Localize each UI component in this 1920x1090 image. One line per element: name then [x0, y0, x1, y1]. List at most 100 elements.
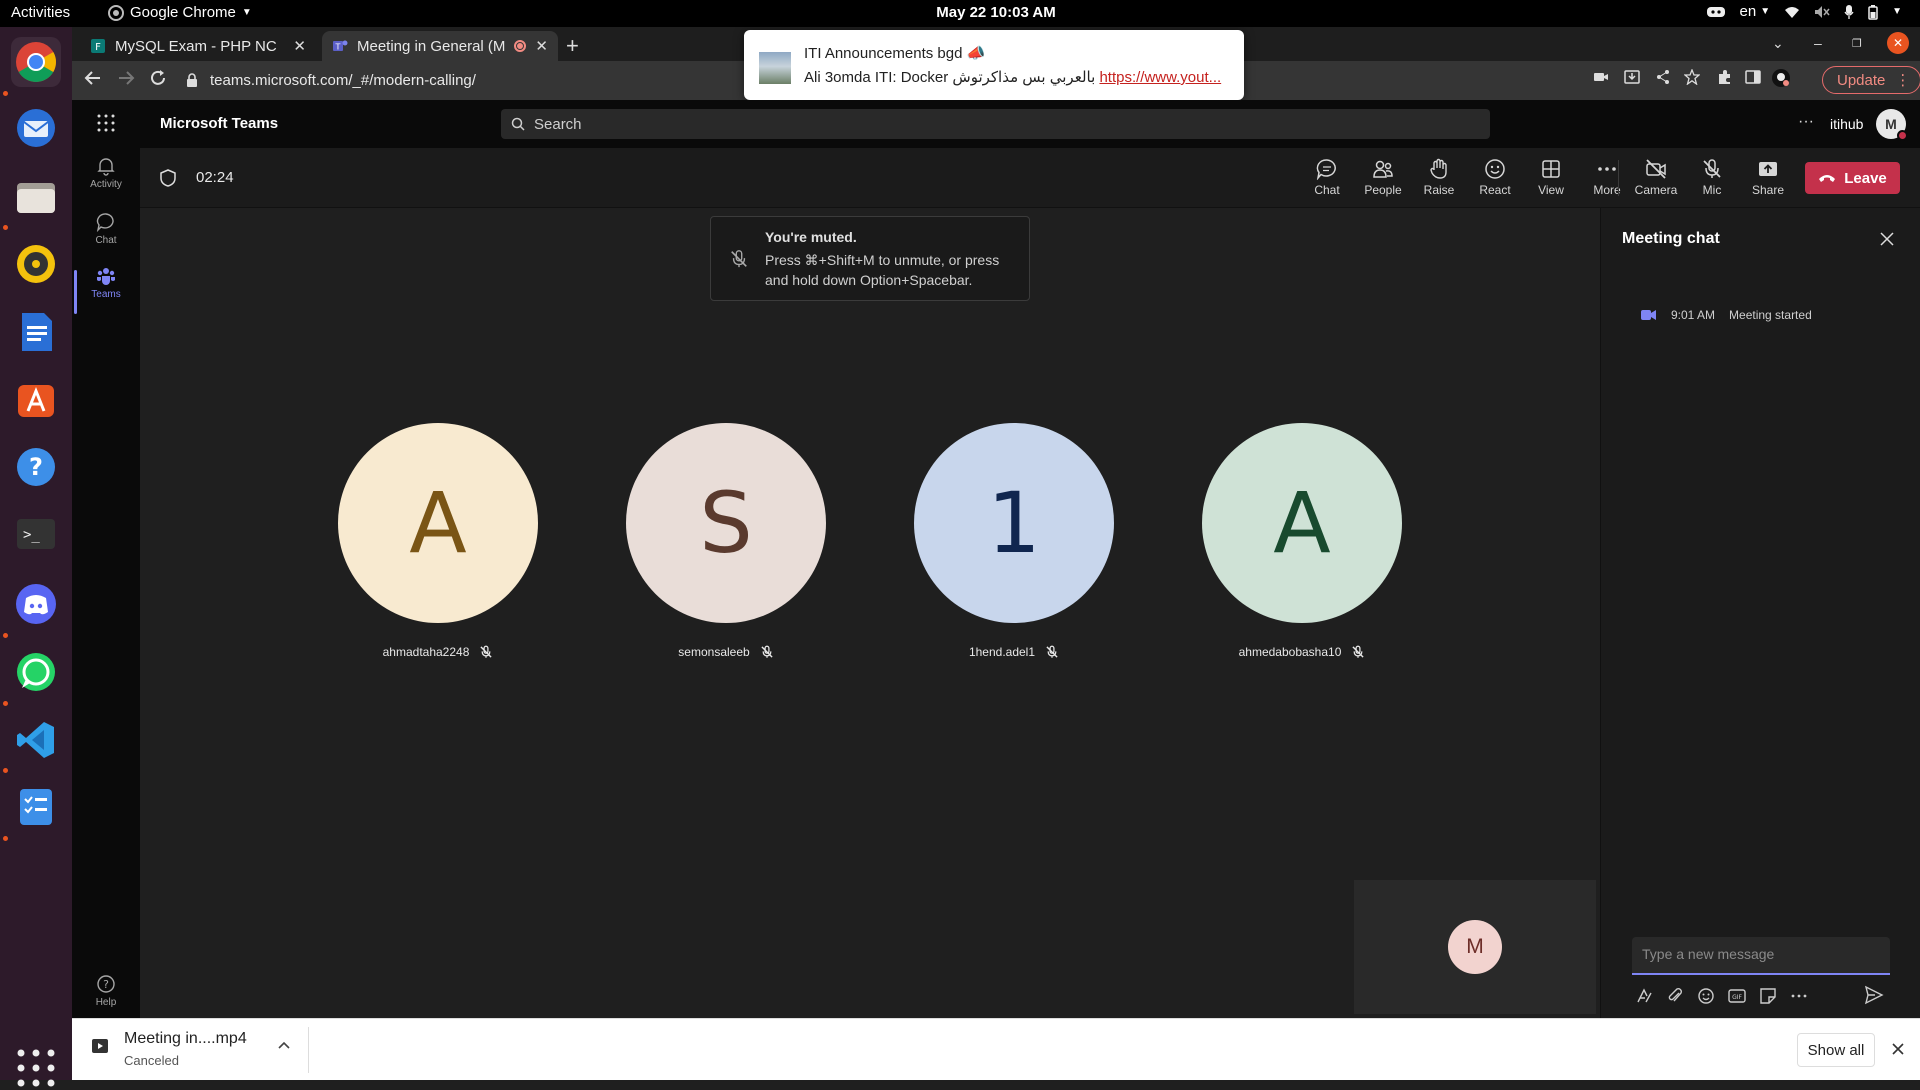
notification-popup[interactable]: ITI Announcements bgd 📣 Ali 3omda ITI: D…	[744, 30, 1244, 100]
show-all-button[interactable]: Show all	[1797, 1033, 1875, 1067]
view-label: View	[1538, 183, 1564, 197]
org-name[interactable]: itihub	[1830, 116, 1863, 132]
svg-text:F: F	[95, 42, 101, 53]
camera-button[interactable]: Camera	[1630, 158, 1682, 202]
install-app-icon[interactable]	[1624, 69, 1640, 85]
dock-todo[interactable]	[11, 782, 61, 832]
svg-text:T: T	[335, 43, 341, 52]
dock-vscode[interactable]	[11, 715, 61, 765]
reload-icon	[151, 70, 165, 85]
chat-event: 9:01 AM Meeting started	[1641, 308, 1812, 322]
share-icon[interactable]	[1655, 69, 1671, 85]
bookmark-star-icon[interactable]	[1684, 69, 1700, 85]
people-button[interactable]: People	[1357, 158, 1409, 202]
discord-icon	[16, 584, 56, 624]
close-download-bar-button[interactable]	[1892, 1043, 1904, 1055]
extensions-icon[interactable]	[1717, 69, 1733, 85]
rail-item-chat[interactable]: Chat	[72, 212, 140, 264]
emoji-icon[interactable]	[1697, 987, 1715, 1005]
update-label: Update	[1837, 71, 1886, 89]
dock-discord[interactable]	[11, 579, 61, 629]
shield-icon[interactable]	[160, 169, 176, 187]
clock[interactable]: May 22 10:03 AM	[0, 4, 1920, 21]
search-input[interactable]: Search	[501, 109, 1490, 139]
attach-icon[interactable]	[1666, 987, 1684, 1005]
tab-search-chevron-icon[interactable]: ⌄	[1772, 35, 1784, 52]
side-panel-icon[interactable]	[1745, 69, 1761, 85]
self-video-tile[interactable]: M	[1354, 880, 1596, 1014]
rail-item-teams[interactable]: Teams	[72, 266, 140, 318]
more-label: More	[1593, 183, 1621, 197]
camera-off-icon	[1646, 159, 1666, 179]
rail-label: Activity	[90, 179, 122, 190]
participant-tile[interactable]: Aahmadtaha2248	[338, 423, 538, 659]
sticker-icon[interactable]	[1759, 987, 1777, 1005]
participant-avatar: A	[338, 423, 538, 623]
profile-avatar-icon[interactable]	[1771, 68, 1791, 88]
rhythmbox-icon	[17, 245, 55, 283]
back-button[interactable]	[84, 69, 102, 87]
close-icon[interactable]: ✕	[535, 37, 548, 55]
tab-meeting-in-general[interactable]: T Meeting in General (M ✕	[322, 31, 558, 61]
view-button[interactable]: View	[1525, 158, 1577, 202]
notification-link[interactable]: https://www.yout...	[1099, 69, 1221, 86]
forward-button[interactable]	[117, 69, 135, 87]
participant-tile[interactable]: Aahmedabobasha10	[1202, 423, 1402, 659]
mic-off-icon	[1352, 645, 1364, 658]
system-tray[interactable]: en ▼ ▼	[1706, 3, 1902, 20]
dock-terminal[interactable]: >_	[11, 509, 61, 559]
dock-thunderbird[interactable]	[11, 103, 61, 153]
mic-button[interactable]: Mic	[1686, 158, 1738, 202]
participant-tile[interactable]: Ssemonsaleeb	[626, 423, 826, 659]
react-button[interactable]: React	[1469, 158, 1521, 202]
participant-name: 1hend.adel1	[968, 645, 1036, 659]
new-tab-button[interactable]: +	[566, 33, 579, 59]
show-applications-button[interactable]	[14, 1046, 58, 1090]
rail-item-activity[interactable]: Activity	[72, 156, 140, 208]
raise-hand-button[interactable]: Raise	[1413, 158, 1465, 202]
leave-button[interactable]: Leave	[1805, 162, 1900, 194]
settings-more-button[interactable]: ···	[1798, 113, 1814, 131]
close-chat-button[interactable]	[1880, 232, 1894, 246]
format-icon[interactable]	[1635, 987, 1653, 1005]
minimize-button[interactable]: –	[1814, 35, 1822, 51]
running-indicator	[3, 836, 8, 841]
message-input[interactable]	[1642, 946, 1880, 962]
participant-tile[interactable]: 1 1hend.adel1	[914, 423, 1114, 659]
send-button[interactable]	[1864, 985, 1884, 1005]
chat-button[interactable]: Chat	[1301, 158, 1353, 202]
dock-software-center[interactable]	[11, 374, 61, 424]
dock-rhythmbox[interactable]	[11, 239, 61, 289]
dock-whatsapp[interactable]	[11, 647, 61, 697]
message-compose-box[interactable]	[1632, 937, 1890, 975]
maximize-button[interactable]: ❐	[1852, 37, 1862, 50]
download-options-button[interactable]	[278, 1041, 290, 1049]
app-grid-icon	[17, 1049, 55, 1087]
tab-mysql-exam[interactable]: F MySQL Exam - PHP NC ✕	[80, 31, 316, 61]
gif-icon[interactable]: GIF	[1728, 987, 1746, 1005]
chat-panel-title: Meeting chat	[1622, 230, 1720, 247]
forms-icon: F	[91, 39, 105, 53]
camera-in-use-icon[interactable]	[1593, 69, 1609, 85]
profile-avatar[interactable]: M	[1876, 109, 1908, 141]
language-indicator[interactable]: en ▼	[1740, 3, 1771, 20]
update-button[interactable]: Update ⋮	[1822, 66, 1920, 94]
app-launcher-button[interactable]	[97, 114, 115, 132]
dock-files[interactable]	[11, 172, 61, 222]
meeting-stage: You're muted. Press ⌘+Shift+M to unmute,…	[140, 208, 1600, 1018]
share-button[interactable]: Share	[1742, 158, 1794, 202]
participant-name-row: semonsaleeb	[626, 645, 826, 659]
dock-help[interactable]: ?	[11, 442, 61, 492]
dock-chrome[interactable]	[11, 37, 61, 87]
participant-name-row: 1hend.adel1	[914, 645, 1114, 659]
more-horizontal-icon[interactable]	[1790, 987, 1808, 1005]
more-button[interactable]: More	[1581, 158, 1633, 202]
download-item[interactable]: Meeting in....mp4 Canceled	[90, 1030, 247, 1068]
reload-button[interactable]	[149, 69, 167, 87]
close-icon[interactable]: ✕	[293, 37, 306, 55]
people-icon	[1373, 160, 1393, 178]
dock-libreoffice-writer[interactable]	[11, 307, 61, 357]
participant-name-row: ahmedabobasha10	[1202, 645, 1402, 659]
mic-off-icon	[1046, 645, 1058, 658]
close-window-button[interactable]: ✕	[1887, 32, 1909, 54]
